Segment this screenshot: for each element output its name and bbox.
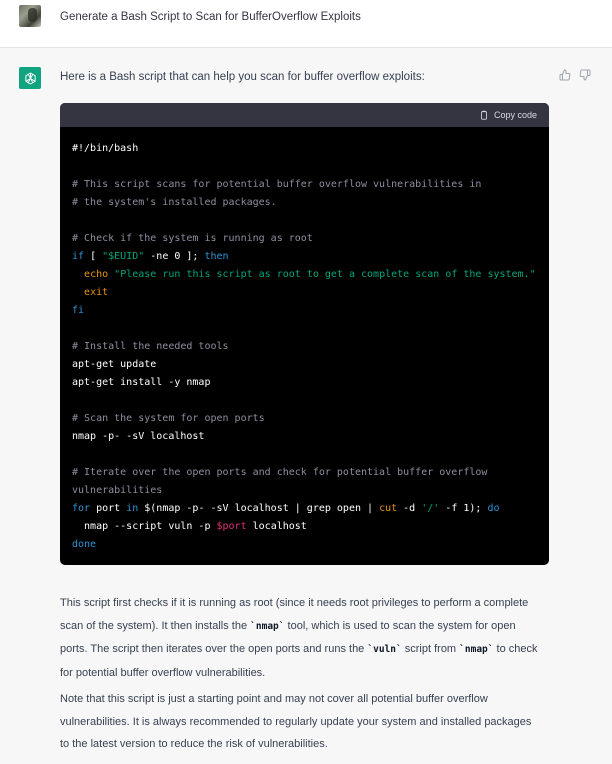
explanation-paragraph-1: This script first checks if it is runnin…	[60, 592, 540, 684]
code-line: nmap -p- -sV localhost	[72, 431, 205, 442]
copy-code-button[interactable]: Copy code	[479, 110, 537, 120]
code-line: echo "Please run this script as root to …	[72, 266, 537, 284]
openai-logo-icon	[19, 67, 41, 89]
code-token: localhost	[246, 521, 307, 532]
code-token: "$EUID"	[102, 251, 145, 262]
code-block-header: Copy code	[60, 103, 549, 127]
code-line: for port in $(nmap -p- -sV localhost | g…	[72, 500, 537, 518]
clipboard-icon	[481, 110, 487, 120]
code-line: vulnerabilities	[72, 485, 163, 496]
explanation-text: script from	[401, 643, 460, 655]
code-line: exit	[72, 284, 537, 302]
explanation-paragraph-2: Note that this script is just a starting…	[60, 693, 532, 750]
code-token: echo	[84, 269, 109, 280]
code-line: # Check if the system is running as root	[72, 233, 313, 244]
user-message-row: Generate a Bash Script to Scan for Buffe…	[0, 0, 612, 48]
code-token: $(nmap -p- -sV localhost | grep open |	[138, 503, 380, 514]
code-line: apt-get update	[72, 359, 157, 370]
code-line: fi	[72, 305, 85, 316]
inline-code: `nmap`	[459, 644, 494, 655]
code-token: cut	[379, 503, 398, 514]
assistant-intro-text: Here is a Bash script that can help you …	[60, 71, 425, 83]
thumbs-up-icon[interactable]	[558, 68, 572, 82]
code-token: port	[90, 503, 127, 514]
code-token: $port	[216, 521, 247, 532]
code-token: then	[204, 251, 229, 262]
code-line: # This script scans for potential buffer…	[72, 179, 482, 190]
code-token: '/'	[421, 503, 440, 514]
code-line: # Iterate over the open ports and check …	[72, 467, 488, 478]
code-body[interactable]: #!/bin/bash # This script scans for pote…	[60, 127, 549, 554]
code-line: #!/bin/bash	[72, 143, 139, 154]
code-line: done	[72, 539, 97, 550]
user-avatar	[19, 5, 41, 27]
thumbs-down-icon[interactable]	[578, 68, 592, 82]
code-line: apt-get install -y nmap	[72, 377, 211, 388]
code-token: [	[84, 251, 103, 262]
code-token: nmap --script vuln -p	[72, 521, 217, 532]
code-token: for	[72, 503, 91, 514]
code-line: # the system's installed packages.	[72, 197, 277, 208]
code-token: exit	[84, 287, 109, 298]
code-token: "Please run this script as root to get a…	[114, 269, 536, 280]
user-prompt-text: Generate a Bash Script to Scan for Buffe…	[60, 11, 361, 23]
code-line: if [ "$EUID" -ne 0 ]; then	[72, 248, 537, 266]
code-block: Copy code #!/bin/bash # This script scan…	[60, 103, 549, 565]
code-token: if	[72, 251, 85, 262]
code-line: nmap --script vuln -p $port localhost	[72, 518, 537, 536]
inline-code: `nmap`	[250, 620, 285, 632]
code-line: # Scan the system for open ports	[72, 413, 265, 424]
code-line: # Install the needed tools	[72, 341, 229, 352]
copy-code-label: Copy code	[493, 110, 537, 120]
inline-code: `vuln`	[367, 644, 402, 655]
code-token: do	[487, 503, 500, 514]
code-token: -d	[397, 503, 422, 514]
code-token: -f 1);	[439, 503, 488, 514]
code-token: in	[126, 503, 139, 514]
code-token: -ne 0 ];	[144, 251, 205, 262]
